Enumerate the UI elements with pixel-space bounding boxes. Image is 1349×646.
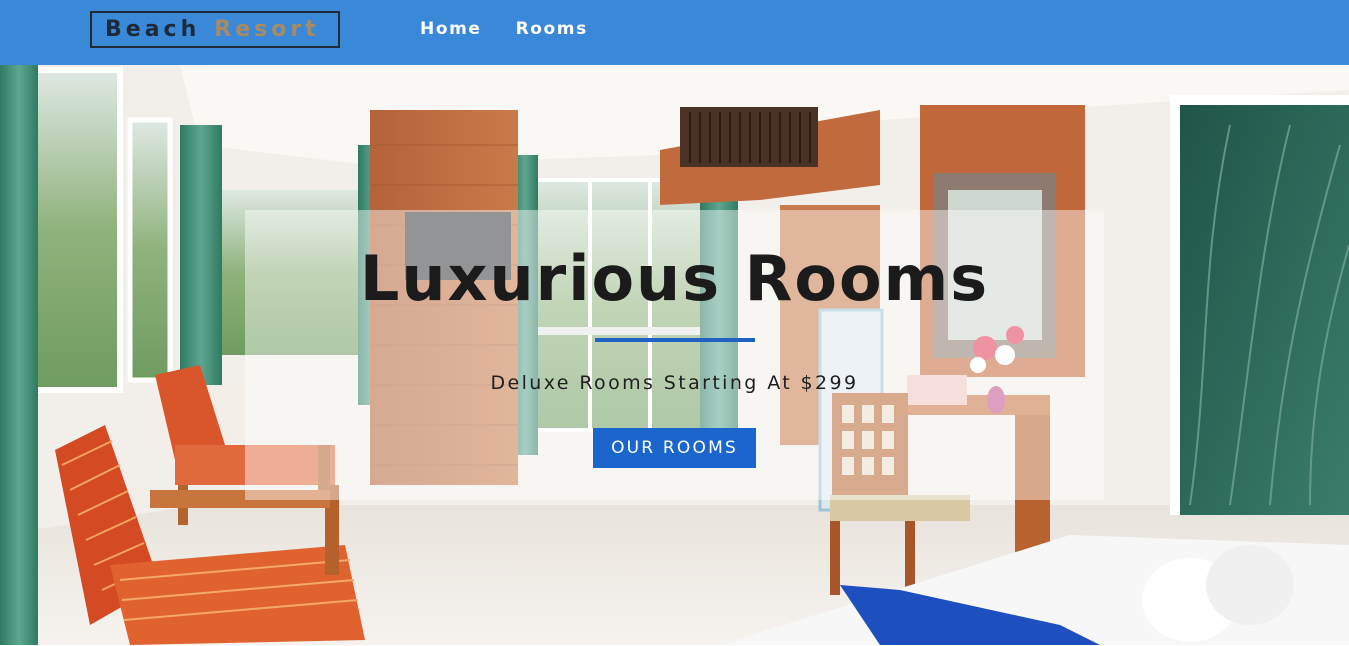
nav-link-home[interactable]: Home [420, 19, 482, 39]
site-logo[interactable]: Beach Resort [90, 11, 340, 48]
title-underline-divider [595, 338, 755, 342]
hero-banner: Luxurious Rooms Deluxe Rooms Starting At… [245, 210, 1104, 500]
hero-section: Luxurious Rooms Deluxe Rooms Starting At… [0, 65, 1349, 645]
hero-title: Luxurious Rooms [359, 242, 990, 315]
nav-link-rooms[interactable]: Rooms [516, 19, 588, 39]
navbar: Beach Resort Home Rooms [0, 0, 1349, 65]
logo-word-resort: Resort [214, 17, 320, 42]
logo-word-beach: Beach [105, 17, 201, 42]
nav-links: Home Rooms [420, 19, 588, 39]
hero-subtitle: Deluxe Rooms Starting At $299 [490, 372, 859, 394]
our-rooms-button[interactable]: OUR ROOMS [593, 428, 756, 468]
